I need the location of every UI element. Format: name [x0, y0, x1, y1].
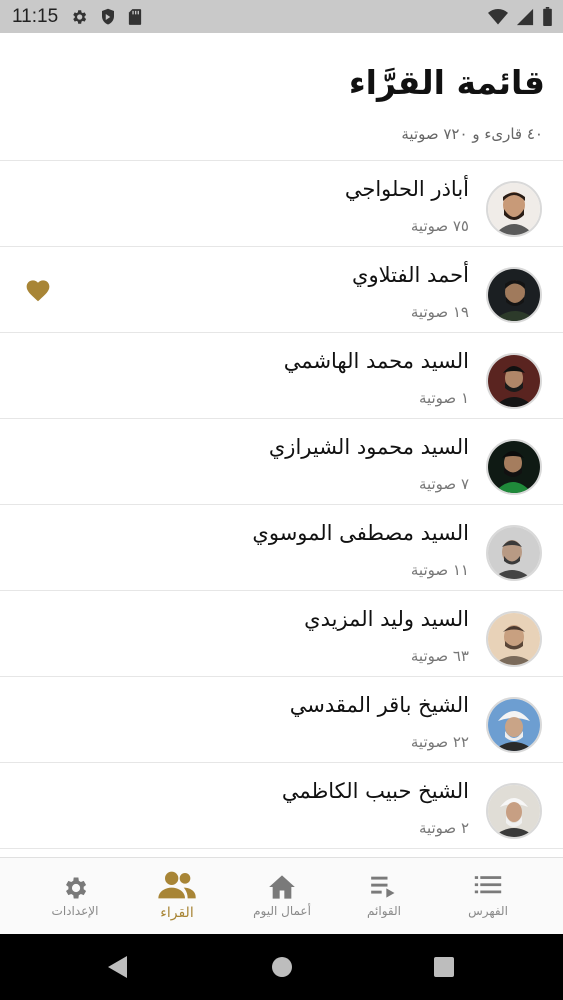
reader-name: أحمد الفتلاوي: [352, 263, 469, 287]
reader-row[interactable]: السيد محمود الشيرازي ٧ صوتية: [0, 419, 563, 505]
status-bar: 11:15: [0, 0, 563, 33]
reader-count: ٦٣ صوتية: [410, 647, 469, 665]
nav-label-lists: القوائم: [367, 904, 401, 918]
reader-name: السيد وليد المزيدي: [304, 607, 469, 631]
reader-avatar: [486, 439, 542, 495]
bottom-navigation: الإعدادات القراء أعمال اليوم القوائم الف…: [0, 857, 563, 934]
reader-row[interactable]: الشيخ باقر المقدسي ٢٢ صوتية: [0, 677, 563, 763]
reader-row[interactable]: السيد وليد المزيدي ٦٣ صوتية: [0, 591, 563, 677]
reader-avatar: [486, 697, 542, 753]
reader-row[interactable]: السيد محمد الهاشمي ١ صوتية: [0, 333, 563, 419]
people-icon: [157, 870, 197, 899]
page-subtitle: ٤٠ قارىء و ٧٢٠ صوتية: [401, 125, 543, 143]
nav-item-index[interactable]: الفهرس: [438, 858, 538, 935]
home-icon: [268, 874, 296, 902]
playlist-icon: [370, 874, 398, 902]
home-circle-icon[interactable]: [271, 955, 293, 983]
heart-icon[interactable]: [24, 277, 52, 306]
back-icon[interactable]: [107, 955, 129, 983]
reader-avatar: [486, 783, 542, 839]
reader-avatar: [486, 611, 542, 667]
reader-avatar: [486, 525, 542, 581]
reader-row[interactable]: أباذر الحلواجي ٧٥ صوتية: [0, 161, 563, 247]
reader-name: السيد محمد الهاشمي: [283, 349, 469, 373]
reader-count: ١ صوتية: [418, 389, 469, 407]
reader-count: ٧٥ صوتية: [410, 217, 469, 235]
reader-count: ١١ صوتية: [410, 561, 469, 579]
reader-count: ٢٢ صوتية: [410, 733, 469, 751]
nav-label-today: أعمال اليوم: [253, 904, 311, 918]
page-header: قائمة القرَّاء ٤٠ قارىء و ٧٢٠ صوتية: [0, 33, 563, 161]
nav-item-today[interactable]: أعمال اليوم: [232, 858, 332, 935]
reader-count: ٢ صوتية: [418, 819, 469, 837]
readers-list: أباذر الحلواجي ٧٥ صوتية أحمد الفتلاوي ١٩…: [0, 161, 563, 857]
reader-name: الشيخ باقر المقدسي: [289, 693, 469, 717]
page-title: قائمة القرَّاء: [348, 63, 545, 102]
reader-avatar: [486, 181, 542, 237]
list-icon: [473, 874, 503, 902]
system-navigation-bar: [0, 934, 563, 1000]
sd-card-icon: [128, 8, 142, 26]
nav-item-lists[interactable]: القوائم: [334, 858, 434, 935]
gear-icon: [70, 8, 88, 26]
reader-name: أباذر الحلواجي: [344, 177, 469, 201]
reader-row[interactable]: السيد مصطفى الموسوي ١١ صوتية: [0, 505, 563, 591]
reader-avatar: [486, 353, 542, 409]
reader-name: الشيخ حبيب الكاظمي: [281, 779, 469, 803]
nav-label-index: الفهرس: [468, 904, 508, 918]
reader-name: السيد محمود الشيرازي: [268, 435, 469, 459]
reader-count: ١٩ صوتية: [410, 303, 469, 321]
status-right: [488, 7, 553, 26]
reader-count: ٧ صوتية: [418, 475, 469, 493]
status-left: 11:15: [12, 6, 142, 28]
reader-name: السيد مصطفى الموسوي: [252, 521, 469, 545]
wifi-icon: [488, 8, 508, 25]
signal-icon: [516, 8, 534, 26]
status-time: 11:15: [12, 5, 59, 27]
nav-label-readers: القراء: [160, 905, 194, 921]
reader-row[interactable]: أحمد الفتلاوي ١٩ صوتية: [0, 247, 563, 333]
recents-icon[interactable]: [433, 955, 455, 983]
battery-icon: [542, 7, 553, 26]
reader-row[interactable]: الشيخ حبيب الكاظمي ٢ صوتية: [0, 763, 563, 849]
nav-item-readers[interactable]: القراء: [127, 858, 227, 935]
gear-icon: [61, 874, 89, 902]
reader-avatar: [486, 267, 542, 323]
nav-item-settings[interactable]: الإعدادات: [25, 858, 125, 935]
shield-icon: [100, 8, 116, 26]
nav-label-settings: الإعدادات: [51, 904, 99, 918]
